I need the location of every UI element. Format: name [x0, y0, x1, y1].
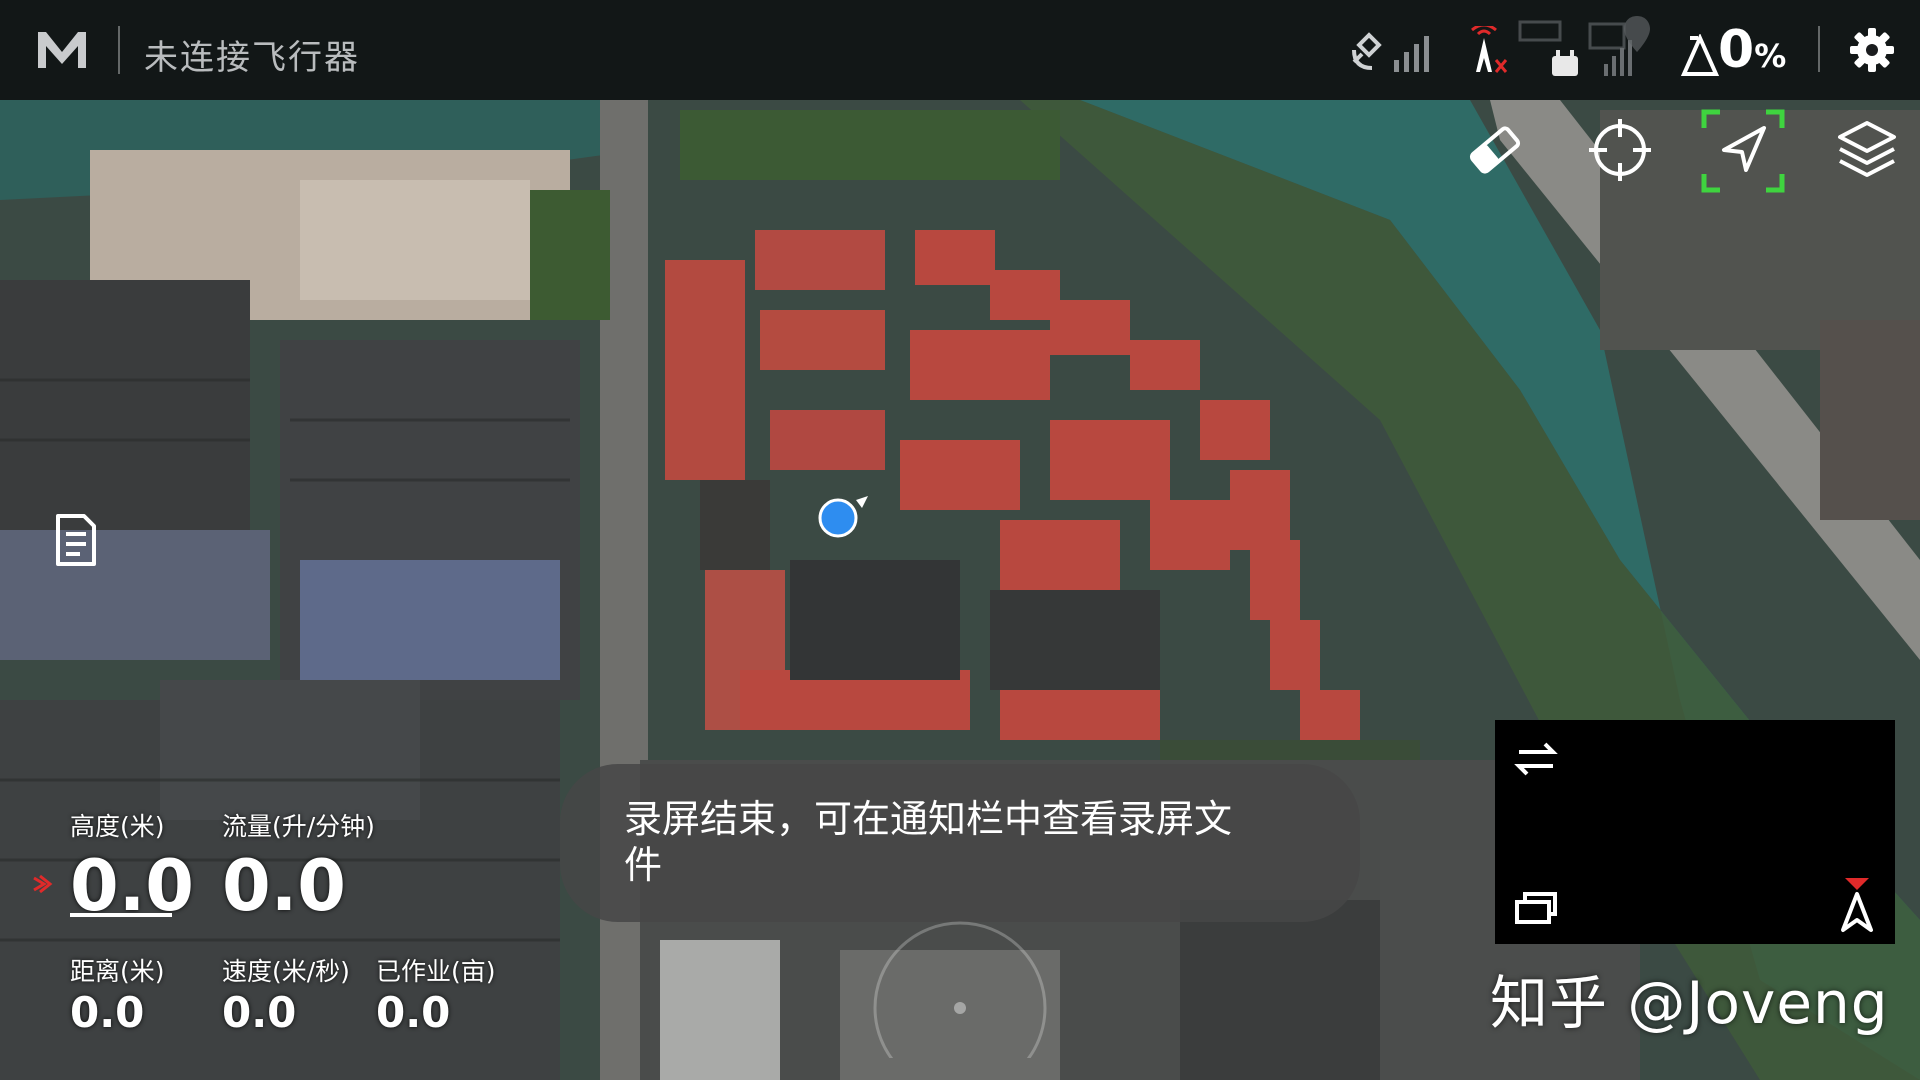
locate-arrow-icon[interactable] — [1700, 108, 1786, 194]
title-divider — [118, 26, 120, 74]
tank-level-icon — [1680, 34, 1720, 76]
window-mode-icon[interactable] — [1511, 888, 1561, 928]
camera-preview-panel[interactable] — [1495, 720, 1895, 944]
connection-status: 未连接飞行器 — [144, 38, 360, 78]
speed-label: 速度(米/秒) — [222, 957, 350, 986]
altitude-label: 高度(米) — [70, 812, 165, 841]
position-marker — [818, 498, 858, 538]
location-pin-icon — [1624, 16, 1650, 52]
swap-view-icon[interactable] — [1511, 734, 1561, 784]
flow-label: 流量(升/分钟) — [222, 812, 375, 841]
app-logo-icon[interactable] — [34, 22, 90, 78]
status-bar: 未连接飞行器 0% — [0, 0, 1920, 100]
settings-divider — [1818, 26, 1820, 72]
task-document-icon[interactable] — [50, 512, 100, 568]
flow-value: 0.0 — [222, 845, 347, 927]
altitude-underline — [70, 913, 172, 917]
speed-value: 0.0 — [222, 988, 297, 1037]
layers-icon[interactable] — [1832, 115, 1902, 185]
gear-icon[interactable] — [1848, 26, 1896, 74]
altitude-radar-icon — [33, 874, 53, 894]
crosshair-icon[interactable] — [1585, 115, 1655, 185]
toast-notification: 录屏结束，可在通知栏中查看录屏文件 — [560, 764, 1360, 922]
toast-message: 录屏结束，可在通知栏中查看录屏文件 — [624, 797, 1233, 887]
distance-label: 距离(米) — [70, 957, 165, 986]
area-value: 0.0 — [376, 988, 451, 1037]
eraser-icon[interactable] — [1460, 115, 1530, 185]
watermark-text: 知乎 @Joveng — [1490, 969, 1889, 1037]
north-arrow-icon — [1841, 878, 1873, 932]
tank-percent: 0% — [1718, 20, 1786, 80]
tank-percent-unit: % — [1754, 37, 1787, 75]
distance-value: 0.0 — [70, 988, 145, 1037]
compass-ring-icon — [873, 921, 1047, 1058]
satellite-signal-icon — [1352, 32, 1429, 72]
area-label: 已作业(亩) — [376, 957, 496, 986]
tank-percent-value: 0 — [1718, 20, 1755, 80]
